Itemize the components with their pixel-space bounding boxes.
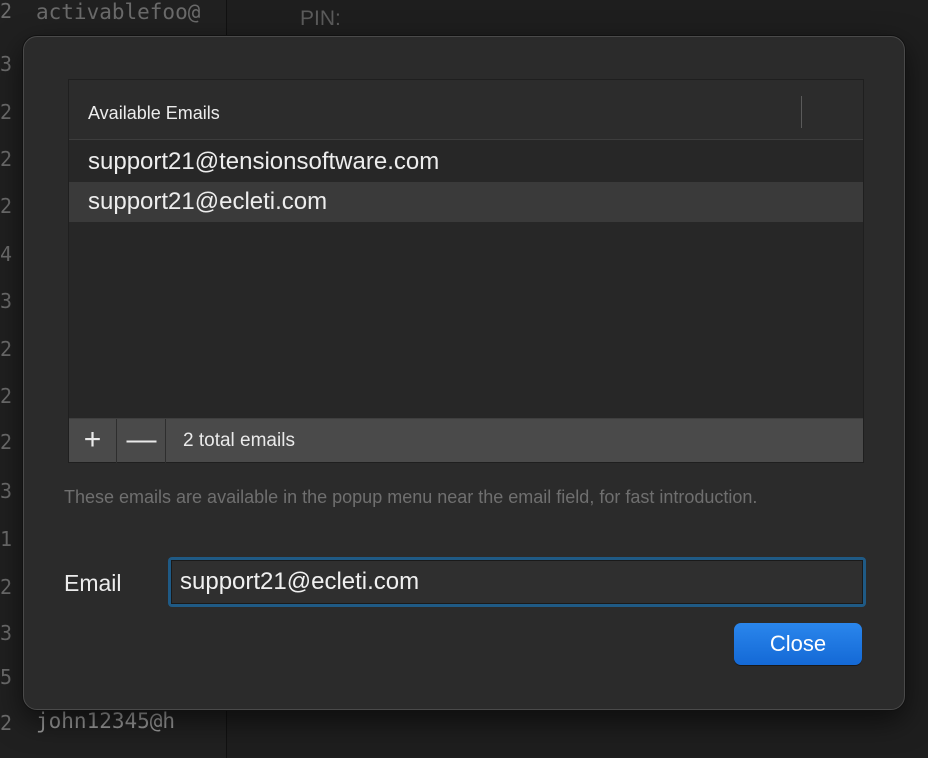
row-number: 2 bbox=[0, 0, 13, 23]
row-number: 5 bbox=[0, 665, 13, 689]
email-row[interactable]: support21@tensionsoftware.com bbox=[69, 142, 863, 182]
row-number: 2 bbox=[0, 337, 13, 361]
emails-table: Available Emails support21@tensionsoftwa… bbox=[68, 79, 864, 463]
row-number: 3 bbox=[0, 479, 13, 503]
email-row-selected[interactable]: support21@ecleti.com bbox=[69, 182, 863, 222]
row-number: 2 bbox=[0, 100, 13, 124]
email-field-focus-ring bbox=[168, 557, 866, 607]
close-button[interactable]: Close bbox=[734, 623, 862, 665]
background-email-cell: activablefoo@ bbox=[36, 0, 201, 24]
row-number: 2 bbox=[0, 575, 13, 599]
row-number: 2 bbox=[0, 711, 13, 735]
available-emails-sheet: Available Emails support21@tensionsoftwa… bbox=[23, 36, 905, 710]
row-number: 3 bbox=[0, 289, 13, 313]
row-number: 3 bbox=[0, 621, 13, 645]
table-footer: + — 2 total emails bbox=[69, 418, 863, 463]
row-number: 2 bbox=[0, 430, 13, 454]
row-number: 4 bbox=[0, 242, 13, 266]
add-email-button[interactable]: + bbox=[69, 419, 117, 463]
background-email-cell: john12345@h bbox=[36, 709, 176, 733]
remove-email-button[interactable]: — bbox=[118, 419, 166, 463]
email-label: Email bbox=[64, 570, 122, 596]
column-header-available-emails[interactable]: Available Emails bbox=[88, 102, 220, 124]
row-number: 2 bbox=[0, 384, 13, 408]
email-rows: support21@tensionsoftware.com support21@… bbox=[69, 142, 863, 222]
total-emails-count: 2 total emails bbox=[183, 430, 295, 451]
email-field[interactable] bbox=[171, 560, 863, 604]
row-number: 2 bbox=[0, 147, 13, 171]
column-divider[interactable] bbox=[801, 96, 802, 128]
table-header[interactable]: Available Emails bbox=[69, 80, 863, 140]
help-text: These emails are available in the popup … bbox=[64, 487, 758, 507]
row-number: 2 bbox=[0, 194, 13, 218]
row-number: 1 bbox=[0, 527, 13, 551]
row-number: 3 bbox=[0, 52, 13, 76]
background-pin-label: PIN: bbox=[300, 7, 341, 30]
